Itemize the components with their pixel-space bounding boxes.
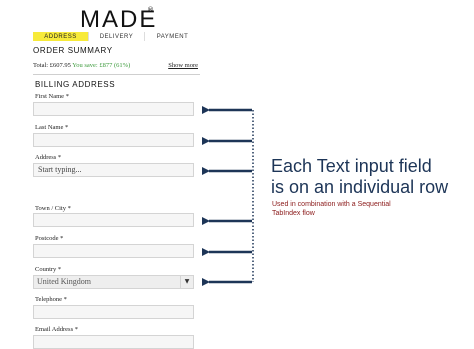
annotation-title-line-2: is on an individual row: [271, 177, 449, 197]
annotation-sub-line-2: TabIndex flow: [272, 210, 315, 217]
annotation-subtitle: Used in combination with a Sequential Ta…: [272, 200, 391, 218]
annotation-title-line-1: Each Text input field: [271, 156, 432, 176]
annotation-sub-line-1: Used in combination with a Sequential: [272, 201, 391, 208]
annotation-title: Each Text input field is on an individua…: [271, 156, 448, 198]
